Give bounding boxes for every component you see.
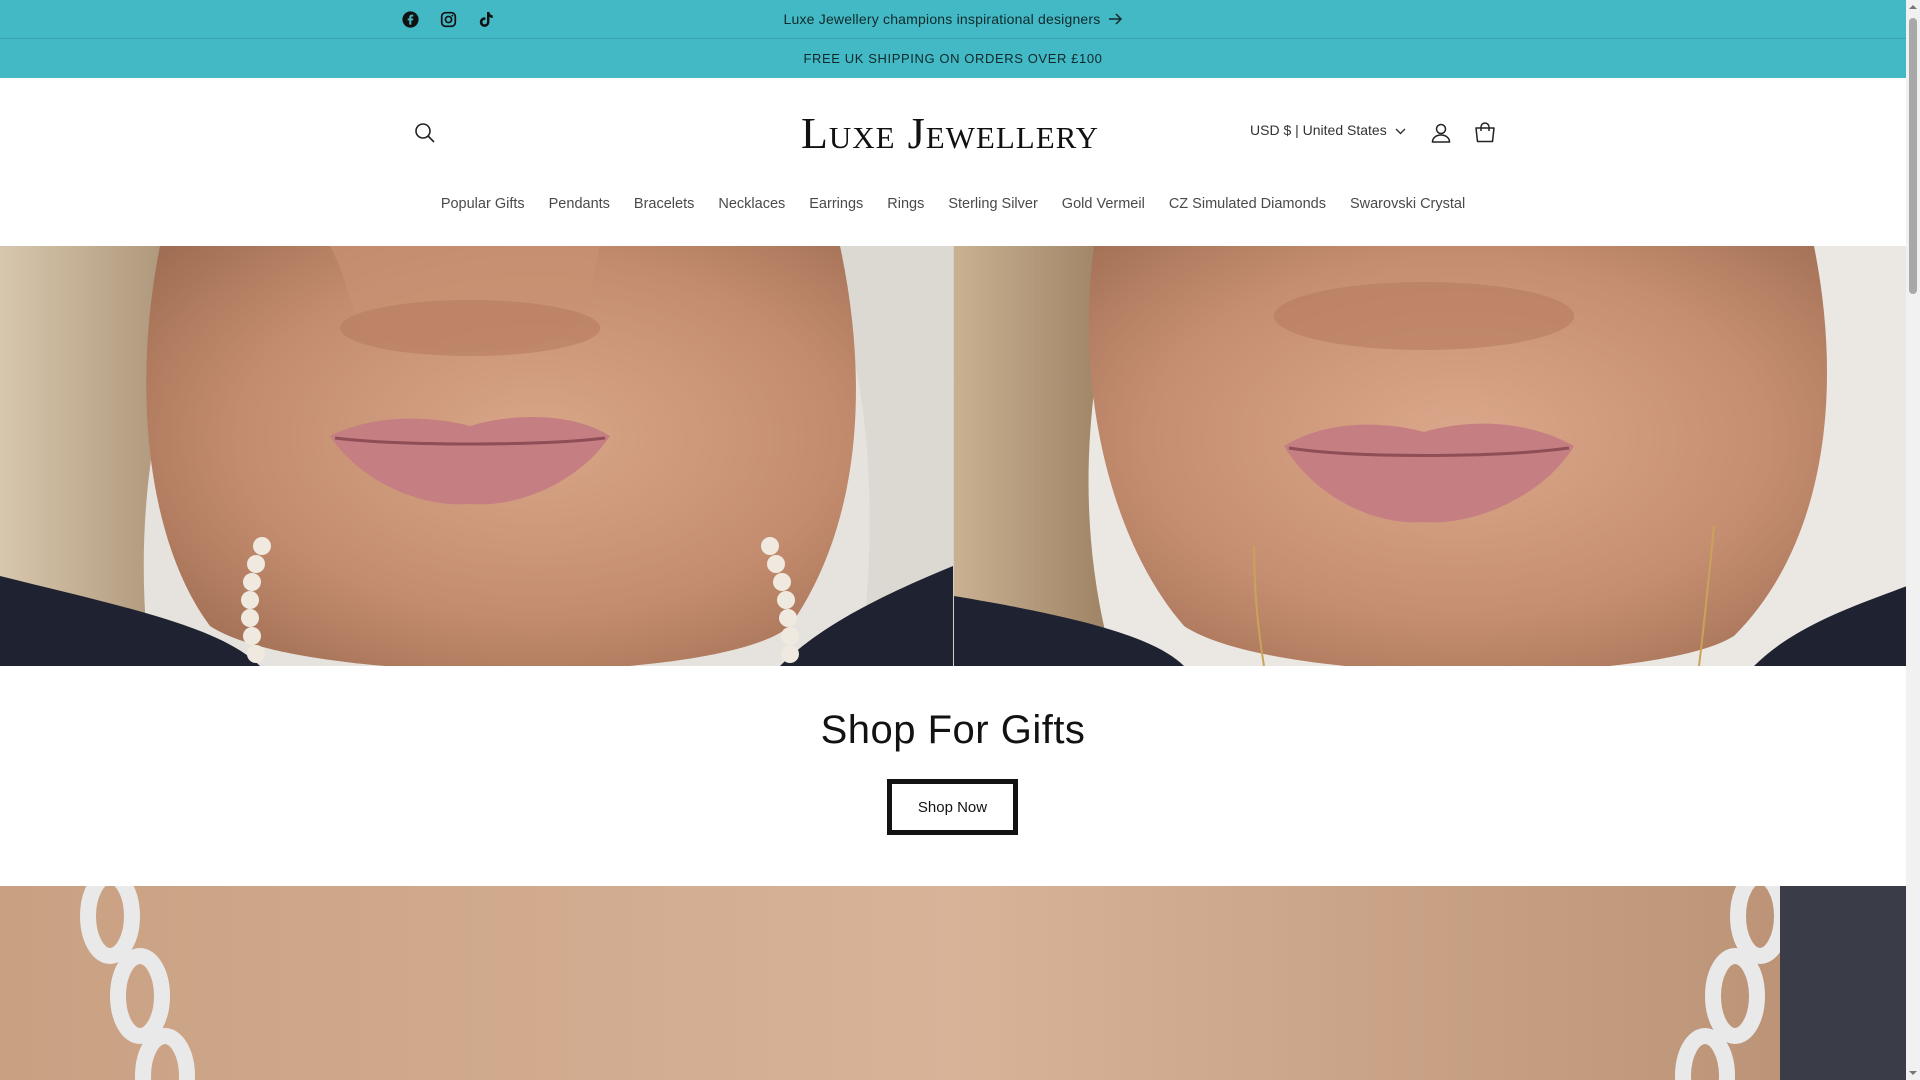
cart-button[interactable]: [1468, 118, 1502, 152]
nav-item-popular-gifts[interactable]: Popular Gifts: [429, 190, 537, 218]
facebook-icon[interactable]: [398, 7, 422, 31]
tiktok-icon[interactable]: [474, 7, 498, 31]
shop-now-button[interactable]: Shop Now: [887, 779, 1018, 835]
nav-item-pendants[interactable]: Pendants: [537, 190, 622, 218]
nav-item-cz-simulated-diamonds[interactable]: CZ Simulated Diamonds: [1157, 190, 1338, 218]
nav-item-swarovski-crystal[interactable]: Swarovski Crystal: [1338, 190, 1477, 218]
chevron-down-icon: [1395, 122, 1406, 138]
currency-selector[interactable]: USD $ | United States: [1250, 122, 1406, 138]
currency-label: USD $ | United States: [1250, 122, 1387, 138]
scrollbar-thumb[interactable]: [1909, 18, 1917, 294]
cart-icon: [1473, 121, 1497, 150]
page-scrollbar[interactable]: [1906, 0, 1920, 1080]
nav-item-sterling-silver[interactable]: Sterling Silver: [936, 190, 1049, 218]
nav-item-gold-vermeil[interactable]: Gold Vermeil: [1050, 190, 1157, 218]
hero-video-left[interactable]: [0, 246, 953, 666]
nav-item-earrings[interactable]: Earrings: [797, 190, 875, 218]
announcement-text: Luxe Jewellery champions inspirational d…: [783, 11, 1101, 27]
nav-item-rings[interactable]: Rings: [875, 190, 936, 218]
shipping-text: FREE UK SHIPPING ON ORDERS OVER £100: [803, 51, 1103, 66]
necklace-video[interactable]: [0, 886, 1906, 1080]
hero-video-right[interactable]: [953, 246, 1906, 666]
main-nav: Popular Gifts Pendants Bracelets Necklac…: [0, 190, 1906, 218]
shipping-bar: FREE UK SHIPPING ON ORDERS OVER £100: [0, 39, 1906, 78]
instagram-icon[interactable]: [436, 7, 460, 31]
nav-item-necklaces[interactable]: Necklaces: [706, 190, 797, 218]
announcement-bar: Luxe Jewellery champions inspirational d…: [0, 0, 1906, 39]
gifts-section: Shop For Gifts Shop Now: [0, 666, 1906, 886]
search-icon: [414, 122, 436, 149]
social-links: [398, 7, 498, 31]
hero-video-section: [0, 246, 1906, 666]
site-header: Luxe Jewellery USD $ | United States Pop…: [0, 78, 1906, 246]
gifts-heading: Shop For Gifts: [820, 708, 1086, 752]
account-button[interactable]: [1424, 118, 1458, 152]
site-logo[interactable]: Luxe Jewellery: [650, 108, 1250, 159]
scroll-down-icon[interactable]: [1909, 1069, 1917, 1077]
arrow-right-icon: [1108, 13, 1123, 25]
scroll-up-icon[interactable]: [1909, 3, 1917, 11]
user-icon: [1430, 122, 1452, 149]
nav-item-bracelets[interactable]: Bracelets: [622, 190, 706, 218]
announcement-link[interactable]: Luxe Jewellery champions inspirational d…: [0, 0, 1906, 38]
search-button[interactable]: [408, 118, 442, 152]
